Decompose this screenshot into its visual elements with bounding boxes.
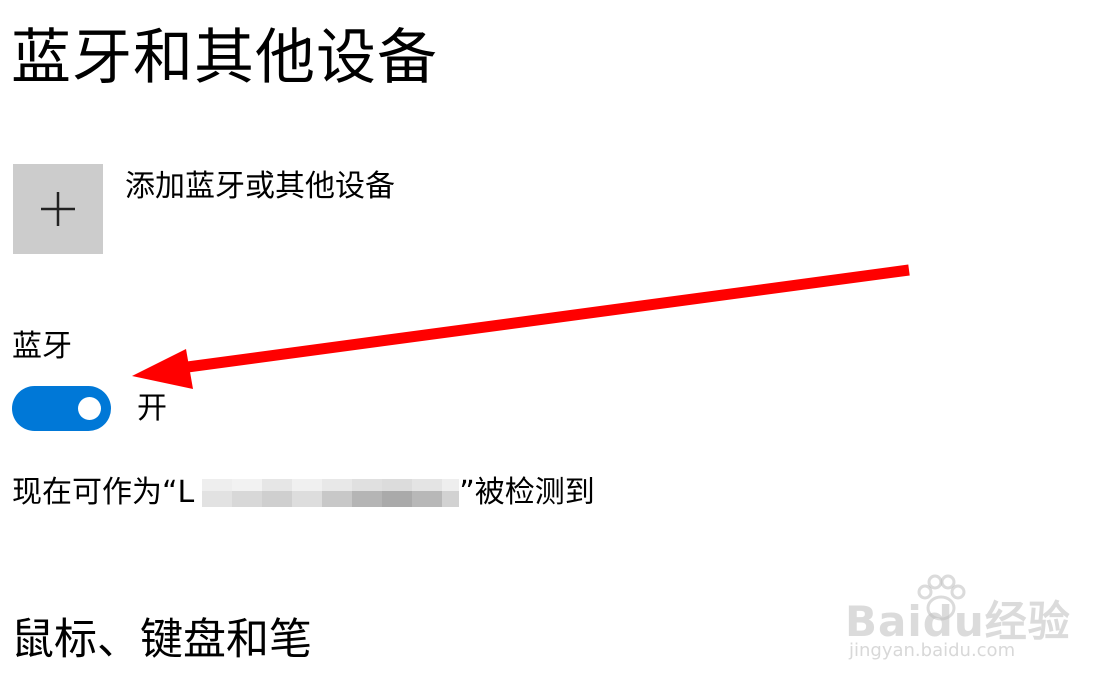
discoverable-status: 现在可作为“L ”被检测到 [12,473,595,513]
toggle-knob [78,397,101,420]
watermark-brand: Baidu经验 [845,597,1071,646]
add-device-button[interactable] [13,164,103,254]
baidu-watermark: Baidu经验 jingyan.baidu.com [845,570,1070,670]
redacted-device-name [194,473,460,513]
page-title: 蓝牙和其他设备 [11,23,438,93]
bluetooth-toggle[interactable] [12,386,111,431]
watermark-url: jingyan.baidu.com [849,640,1016,661]
red-arrow-annotation [132,264,910,389]
discoverable-prefix: 现在可作为“L [12,475,195,510]
plus-icon [41,192,75,226]
paw-icon [917,574,966,621]
bluetooth-toggle-state: 开 [137,391,167,426]
mouse-keyboard-pen-title: 鼠标、键盘和笔 [11,615,312,665]
bluetooth-section-label: 蓝牙 [12,329,72,364]
discoverable-suffix: ”被检测到 [459,475,595,510]
add-device-label[interactable]: 添加蓝牙或其他设备 [125,167,395,207]
